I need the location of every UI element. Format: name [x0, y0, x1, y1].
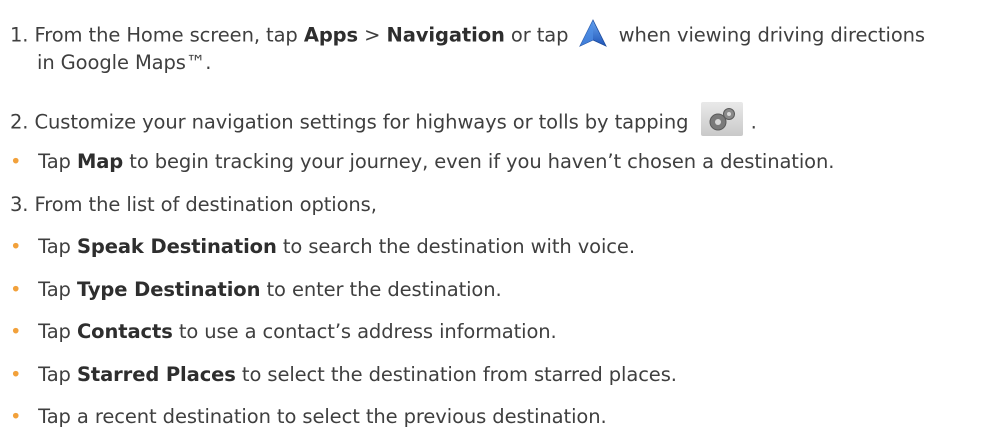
step-2: 2. Customize your navigation settings fo… [10, 102, 757, 140]
step-number: 3. [10, 193, 29, 216]
speak-destination-term: Speak Destination [76, 235, 277, 258]
step-number: 2. [10, 110, 29, 134]
type-destination-term: Type Destination [76, 278, 261, 301]
bullet-dot: • [10, 363, 22, 386]
bullet-dot: • [10, 405, 22, 428]
bullet-starred-places: • Tap Starred Places to select the desti… [10, 361, 677, 389]
bullet-dot: • [10, 278, 22, 301]
navigation-arrow-icon [577, 18, 609, 48]
map-term: Map [76, 150, 124, 173]
bullet-speak-destination: • Tap Speak Destination to search the de… [10, 233, 635, 261]
bullet-dot: • [10, 320, 22, 343]
bullet-recent-destination: • Tap a recent destination to select the… [10, 403, 607, 431]
starred-places-term: Starred Places [76, 363, 236, 386]
step-1: 1. From the Home screen, tap Apps > Navi… [10, 18, 925, 51]
step-3: 3. From the list of destination options, [10, 193, 377, 216]
apps-term: Apps [303, 23, 359, 47]
contacts-term: Contacts [76, 320, 173, 343]
bullet-dot: • [10, 235, 22, 258]
settings-gear-icon [700, 102, 743, 136]
bullet-contacts: • Tap Contacts to use a contact’s addres… [10, 318, 557, 346]
step-number: 1. [10, 23, 29, 47]
bullet-map: • Tap Map to begin tracking your journey… [10, 148, 834, 176]
navigation-term: Navigation [386, 23, 505, 47]
bullet-dot: • [10, 150, 22, 173]
step-1-continued: in Google Maps™. [37, 51, 212, 74]
bullet-type-destination: • Tap Type Destination to enter the dest… [10, 276, 502, 304]
